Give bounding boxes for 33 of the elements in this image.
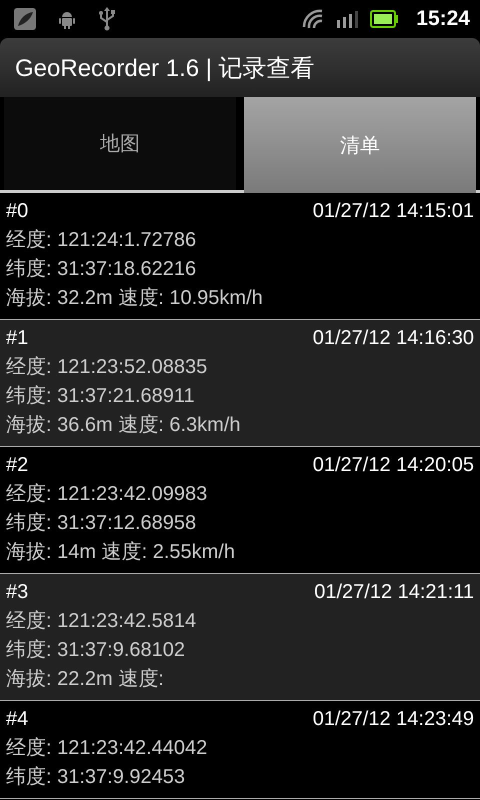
record-detail: 经度: 121:23:42.09983 [6,482,208,507]
record-detail: 海拔: 36.6m 速度: 6.3km/h [6,413,242,438]
signal-icon [336,10,358,28]
record-number: #1 [6,326,28,351]
record-time: 01/27/12 14:20:05 [312,453,474,478]
record-item[interactable]: #3 01/27/12 14:21:11 经度: 121:23:42.5814 纬度: 31:37:9.68102 海拔: 22.2m 速度: [0,574,480,701]
record-detail: 纬度: 31:37:21.68911 [6,384,196,409]
record-item[interactable]: #1 01/27/12 14:16:30 经度: 121:23:52.08835 纬度: 31:37:21.68911 海拔: 36.6m 速度: 6.3km/h [0,320,480,447]
usb-icon [98,7,116,31]
wifi-icon [302,9,324,29]
record-detail: 纬度: 31:37:18.62216 [6,257,198,282]
record-number: #2 [6,453,28,478]
record-detail: 海拔: 32.2m 速度: 10.95km/h [6,286,264,311]
record-time: 01/27/12 14:16:30 [312,326,474,351]
battery-icon [370,10,398,28]
record-detail: 纬度: 31:37:9.92453 [6,765,186,790]
tab[interactable]: 地图 [4,97,236,190]
record-detail: 纬度: 31:37:9.68102 [6,638,186,663]
record-detail: 经度: 121:24:1.72786 [6,228,198,253]
record-number: #0 [6,199,28,224]
record-time: 01/27/12 14:15:01 [312,199,474,224]
record-number: #4 [6,707,28,732]
record-time: 01/27/12 14:21:11 [314,580,474,605]
record-detail: 海拔: 22.2m 速度: [6,667,165,692]
record-number: #3 [6,580,28,605]
app-title: GeoRecorder 1.6 | 记录查看 [15,54,315,84]
record-detail: 海拔: 14m 速度: 2.55km/h [6,540,236,565]
record-detail: 经度: 121:23:52.08835 [6,355,208,380]
record-time: 01/27/12 14:23:49 [312,707,474,732]
record-detail: 经度: 121:23:42.44042 [6,736,208,761]
clock: 15:24 [416,7,470,31]
record-detail: 纬度: 31:37:12.68958 [6,511,198,536]
record-detail: 经度: 121:23:42.5814 [6,609,198,634]
